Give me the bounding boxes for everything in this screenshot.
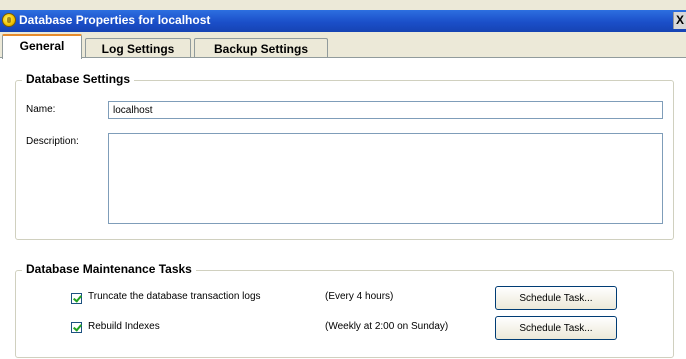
close-button[interactable]: X bbox=[673, 12, 686, 29]
rebuild-indexes-label: Rebuild Indexes bbox=[88, 321, 160, 332]
database-settings-title: Database Settings bbox=[22, 72, 135, 86]
tab-strip: General Log Settings Backup Settings bbox=[0, 32, 686, 59]
rebuild-indexes-checkbox[interactable] bbox=[71, 322, 82, 333]
window-title: Database Properties for localhost bbox=[19, 13, 211, 27]
name-input[interactable] bbox=[108, 101, 663, 119]
schedule-task-button[interactable]: Schedule Task... bbox=[495, 316, 617, 340]
tab-general[interactable]: General bbox=[2, 34, 82, 59]
maintenance-tasks-title: Database Maintenance Tasks bbox=[22, 262, 196, 276]
truncate-logs-schedule: (Every 4 hours) bbox=[325, 291, 394, 302]
tab-log-settings[interactable]: Log Settings bbox=[85, 38, 191, 58]
schedule-task-button[interactable]: Schedule Task... bbox=[495, 286, 617, 310]
database-settings-group: Database Settings Name: Description: bbox=[15, 72, 674, 240]
database-icon bbox=[2, 13, 16, 27]
title-bar: Database Properties for localhost X bbox=[0, 10, 686, 33]
rebuild-indexes-schedule: (Weekly at 2:00 on Sunday) bbox=[325, 321, 449, 332]
name-label: Name: bbox=[26, 104, 56, 115]
tab-backup-settings[interactable]: Backup Settings bbox=[194, 38, 328, 58]
description-label: Description: bbox=[26, 136, 79, 147]
truncate-logs-checkbox[interactable] bbox=[71, 293, 82, 304]
description-textarea[interactable] bbox=[108, 133, 663, 224]
tab-content-general: Database Settings Name: Description: Dat… bbox=[0, 57, 686, 359]
truncate-logs-label: Truncate the database transaction logs bbox=[88, 291, 261, 302]
maintenance-tasks-group: Database Maintenance Tasks Truncate the … bbox=[15, 262, 674, 358]
